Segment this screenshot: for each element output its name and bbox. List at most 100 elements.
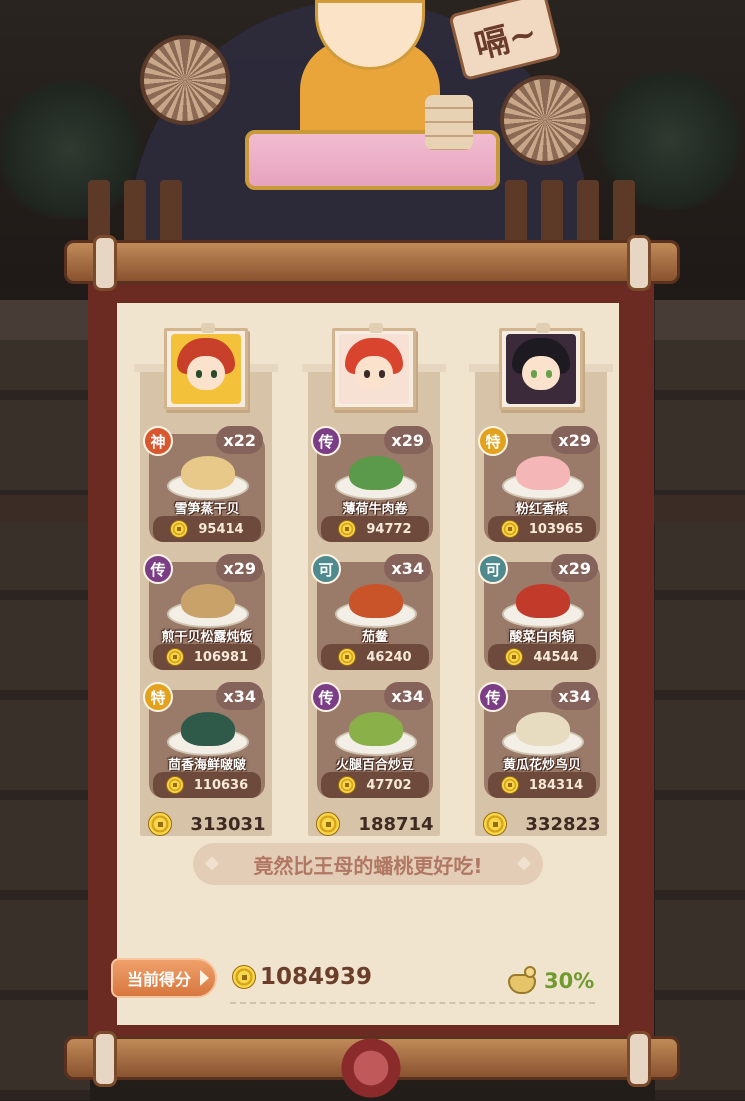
dish-image: [502, 574, 584, 628]
dish-count: x22: [216, 426, 263, 454]
dish-name: 火腿百合炒豆: [335, 758, 414, 773]
dark-hair-girl-portrait-icon: [506, 334, 576, 404]
dish-price-value: 184314: [528, 777, 584, 793]
dish-card[interactable]: 可 x29 酸菜白肉锅 44544: [478, 554, 600, 670]
current-score-label: 当前得分: [111, 958, 217, 998]
dish-card[interactable]: 特 x29 粉红香槟 103965: [478, 426, 600, 542]
dish-price: 184314: [488, 772, 596, 798]
food-icon: [181, 584, 235, 618]
dish-name: 粉红香槟: [515, 502, 568, 517]
coin-icon: [232, 965, 256, 989]
dish-price: 110636: [153, 772, 261, 798]
dish-count: x34: [384, 682, 431, 710]
chinese-knot-icon: [335, 1035, 407, 1101]
burp-sign: 嗝~: [448, 0, 562, 82]
play-arrow-icon: [200, 970, 209, 986]
dish-image: [335, 702, 417, 756]
red-hair-girl-portrait-icon: [339, 334, 409, 404]
dish-price-value: 103965: [528, 521, 584, 537]
dish-image: [167, 446, 249, 500]
dish-grade-badge: 传: [311, 682, 341, 712]
dish-count: x29: [551, 426, 598, 454]
dish-name: 煎干贝松露炖饭: [161, 630, 253, 645]
coin-icon: [148, 812, 173, 836]
guest-comment-banner: 竟然比王母的蟠桃更好吃!: [193, 843, 543, 885]
dish-price-value: 46240: [366, 649, 412, 665]
dish-price-value: 44544: [533, 649, 579, 665]
dish-grade-badge: 神: [143, 426, 173, 456]
guest-column: 特 x29 粉红香槟 103965 可 x29 酸菜白肉锅 44544 传 x34 黄瓜花炒鸟贝 18…: [469, 323, 613, 838]
rod-cap-left: [93, 1031, 117, 1087]
dish-count: x29: [216, 554, 263, 582]
money-pot-icon: [506, 966, 538, 996]
background-wall-left: [0, 300, 90, 1100]
dish-image: [167, 702, 249, 756]
dish-price: 44544: [488, 644, 596, 670]
guest-portrait[interactable]: [332, 323, 416, 410]
dish-card[interactable]: 传 x34 黄瓜花炒鸟贝 184314: [478, 682, 600, 798]
dish-price-value: 106981: [193, 649, 249, 665]
dish-card[interactable]: 可 x34 茄鲞 46240: [311, 554, 433, 670]
dish-price: 103965: [488, 516, 596, 542]
current-score-value: 1084939: [260, 964, 373, 990]
dish-grade-badge: 特: [143, 682, 173, 712]
dish-grade-badge: 可: [311, 554, 341, 584]
dish-count: x34: [551, 682, 598, 710]
fan-left-icon: [140, 35, 230, 125]
dish-name: 茴香海鲜啵啵: [167, 758, 246, 773]
fence-right: [505, 180, 649, 240]
guest-comment-text: 竟然比王母的蟠桃更好吃!: [253, 853, 483, 878]
food-icon: [516, 584, 570, 618]
guest-portrait[interactable]: [499, 323, 583, 410]
dish-grade-badge: 传: [143, 554, 173, 584]
guest-column: 神 x22 雪笋蒸干贝 95414 传 x29 煎干贝松露炖饭 106981 特 x34 茴香海鲜啵…: [134, 323, 278, 836]
burp-sign-text: 嗝~: [470, 12, 542, 67]
dish-count: x34: [384, 554, 431, 582]
guest-portrait[interactable]: [164, 323, 248, 410]
dish-card[interactable]: 传 x29 煎干贝松露炖饭 106981: [143, 554, 265, 670]
coin-icon: [170, 520, 189, 538]
guest-total-value: 313031: [190, 813, 266, 835]
dish-grade-badge: 传: [478, 682, 508, 712]
food-icon: [181, 712, 235, 746]
dish-price: 46240: [321, 644, 429, 670]
food-icon: [516, 712, 570, 746]
coin-icon: [165, 648, 184, 666]
dish-grade-badge: 可: [478, 554, 508, 584]
stacked-bowls-icon: [425, 95, 473, 150]
dish-count: x29: [384, 426, 431, 454]
food-icon: [349, 712, 403, 746]
dish-count: x29: [551, 554, 598, 582]
score-bonus-value: 30%: [544, 969, 595, 993]
dish-name: 茄鲞: [361, 630, 388, 645]
food-icon: [181, 456, 235, 490]
coin-icon: [316, 812, 341, 836]
coin-icon: [505, 648, 524, 666]
dish-image: [502, 702, 584, 756]
dish-name: 酸菜白肉锅: [509, 630, 575, 645]
feast-stage-illustration: 嗝~: [0, 0, 745, 260]
coin-icon: [338, 648, 357, 666]
rod-cap-right: [627, 1031, 651, 1087]
guest-total: 332823: [472, 810, 612, 838]
guest-column: 传 x29 薄荷牛肉卷 94772 可 x34 茄鲞 46240 传 x34 火腿百合炒豆 47702…: [302, 323, 446, 838]
dish-price: 106981: [153, 644, 261, 670]
dish-card[interactable]: 特 x34 茴香海鲜啵啵 110636: [143, 682, 265, 798]
coin-icon: [500, 520, 519, 538]
dish-image: [335, 574, 417, 628]
dish-name: 黄瓜花炒鸟贝: [502, 758, 581, 773]
coin-icon: [483, 812, 508, 836]
background-wall-right: [655, 300, 745, 1100]
dish-card[interactable]: 神 x22 雪笋蒸干贝 95414: [143, 426, 265, 542]
guest-total: 188714: [305, 810, 445, 838]
deity-portrait-icon: [171, 334, 241, 404]
dish-price: 95414: [153, 516, 261, 542]
dish-price-value: 47702: [366, 777, 412, 793]
dish-card[interactable]: 传 x29 薄荷牛肉卷 94772: [311, 426, 433, 542]
score-divider: [230, 1002, 595, 1004]
fence-left: [88, 180, 196, 240]
dish-card[interactable]: 传 x34 火腿百合炒豆 47702: [311, 682, 433, 798]
dish-price-value: 94772: [366, 521, 412, 537]
fan-right-icon: [500, 75, 590, 165]
dish-image: [335, 446, 417, 500]
